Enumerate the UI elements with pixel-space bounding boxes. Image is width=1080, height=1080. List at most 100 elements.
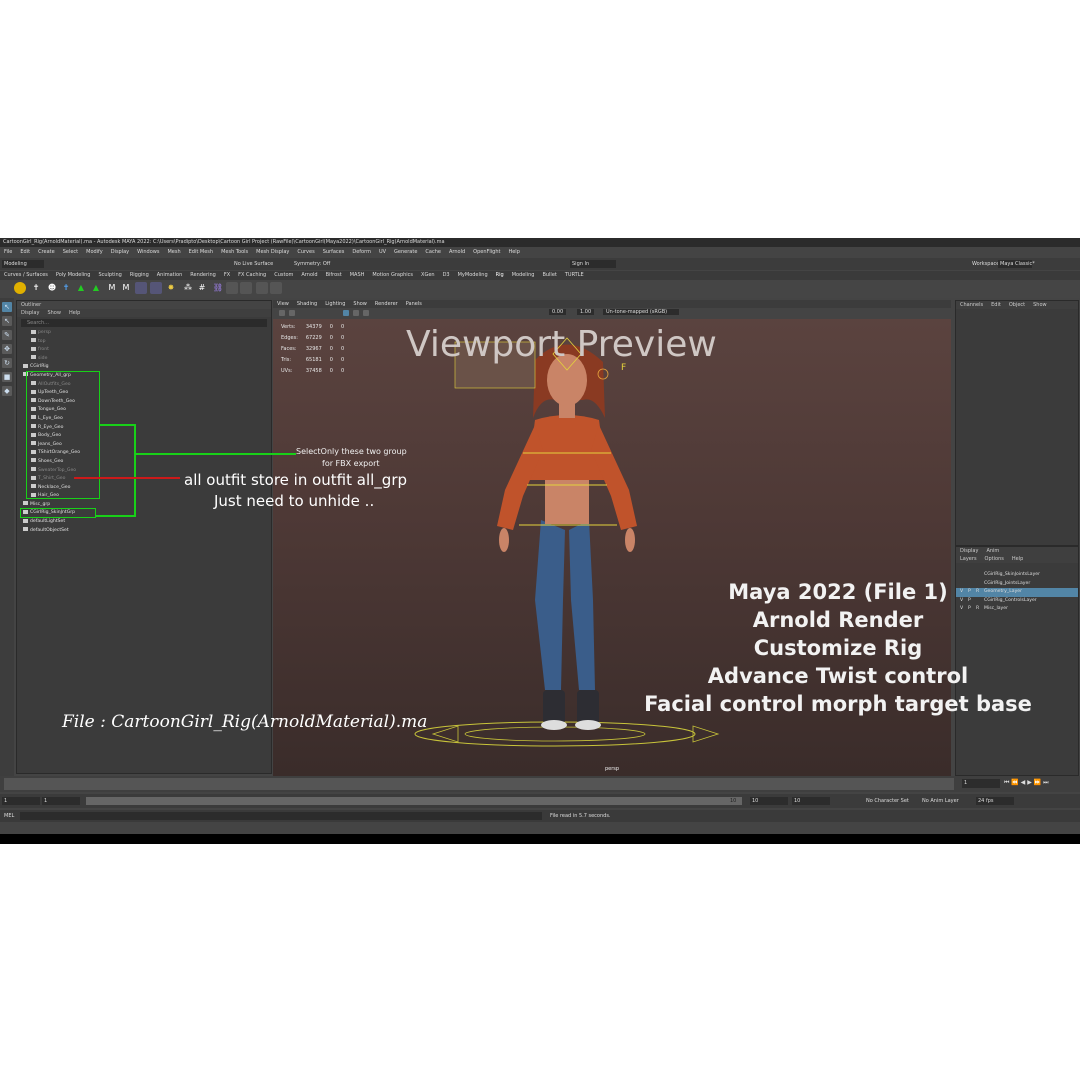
channel-box-menu-show[interactable]: Show	[1033, 302, 1047, 308]
menu-uv[interactable]: UV	[379, 247, 386, 258]
outliner-menu-display[interactable]: Display	[21, 310, 39, 316]
scale-tool-icon[interactable]: ■	[2, 372, 12, 382]
shelf-tab-curves-surfaces[interactable]: Curves / Surfaces	[4, 271, 48, 280]
shelf-tab-bifrost[interactable]: Bifrost	[326, 271, 342, 280]
arrow-up-icon[interactable]: ▲	[75, 282, 87, 294]
shelf-tab-modeling[interactable]: Modeling	[512, 271, 535, 280]
range-end-field[interactable]: 10	[750, 797, 788, 805]
layer-menu-help[interactable]: Help	[1012, 556, 1023, 562]
joint-icon[interactable]: ✝	[30, 282, 42, 294]
shelf-tab-turtle[interactable]: TURTLE	[565, 271, 584, 280]
shelf-tab-rigging[interactable]: Rigging	[130, 271, 149, 280]
outliner-search-input[interactable]: Search...	[21, 319, 267, 327]
menu-arnold[interactable]: Arnold	[449, 247, 465, 258]
menu-file[interactable]: File	[4, 247, 12, 258]
range-slider-bar[interactable]	[86, 797, 742, 805]
shelf-tab-rig[interactable]: Rig	[496, 271, 504, 280]
paint-icon[interactable]	[256, 282, 268, 294]
star-icon[interactable]: ✸	[165, 282, 177, 294]
menu-mesh[interactable]: Mesh	[167, 247, 180, 258]
constraint-icon-2[interactable]	[240, 282, 252, 294]
layer-menu-options[interactable]: Options	[985, 556, 1004, 562]
shelf-tab-poly-modeling[interactable]: Poly Modeling	[56, 271, 91, 280]
menu-display[interactable]: Display	[111, 247, 129, 258]
menu-openflight[interactable]: OpenFlight	[473, 247, 500, 258]
shelf-tab-animation[interactable]: Animation	[157, 271, 183, 280]
shelf-tab-bullet[interactable]: Bullet	[542, 271, 556, 280]
fps-select[interactable]: 24 fps	[976, 797, 1014, 805]
arrow-up-icon-2[interactable]: ▲	[90, 282, 102, 294]
sphere-icon[interactable]	[14, 282, 26, 294]
range-end-field-2[interactable]: 10	[792, 797, 830, 805]
layer-tab-anim[interactable]: Anim	[986, 548, 999, 554]
shelf-tab-mymodeling[interactable]: MyModeling	[458, 271, 488, 280]
channel-box-menu-channels[interactable]: Channels	[960, 302, 983, 308]
current-frame-field[interactable]: 1	[962, 779, 1000, 788]
menu-cache[interactable]: Cache	[425, 247, 441, 258]
layer-menu-layers[interactable]: Layers	[960, 556, 977, 562]
shelf-tab-sculpting[interactable]: Sculpting	[98, 271, 121, 280]
lasso-tool-icon[interactable]: ↖	[2, 316, 12, 326]
menu-select[interactable]: Select	[63, 247, 78, 258]
rotate-tool-icon[interactable]: ↻	[2, 358, 12, 368]
deformer-icon[interactable]	[135, 282, 147, 294]
menu-help[interactable]: Help	[508, 247, 519, 258]
range-start-field-2[interactable]: 1	[42, 797, 80, 805]
time-ruler[interactable]	[4, 778, 954, 790]
character-set-select[interactable]: No Character Set	[866, 797, 909, 805]
anim-layer-select[interactable]: No Anim Layer	[922, 797, 959, 805]
channel-box-menu-object[interactable]: Object	[1009, 302, 1025, 308]
paint-select-icon[interactable]: ✎	[2, 330, 12, 340]
outliner-item[interactable]: defaultObjectSet	[17, 527, 271, 536]
command-input[interactable]	[20, 812, 542, 820]
shelf-tab-motion-graphics[interactable]: Motion Graphics	[372, 271, 413, 280]
last-tool-icon[interactable]: ◆	[2, 386, 12, 396]
shelf-tab-arnold[interactable]: Arnold	[301, 271, 317, 280]
playback-controls[interactable]: ⏮ ⏪ ◀ ▶ ⏩ ⏭	[1004, 779, 1049, 787]
shelf-tab-mash[interactable]: MASH	[350, 271, 365, 280]
workspace-select[interactable]: Maya Classic*	[998, 260, 1035, 268]
shelf-tab-rendering[interactable]: Rendering	[190, 271, 216, 280]
no-live-surface[interactable]: No Live Surface	[234, 261, 273, 267]
sign-in-button[interactable]: Sign In	[570, 260, 616, 268]
move-tool-icon[interactable]: ✥	[2, 344, 12, 354]
shelf-tab-xgen[interactable]: XGen	[421, 271, 435, 280]
menu-windows[interactable]: Windows	[137, 247, 159, 258]
deformer-icon-2[interactable]	[150, 282, 162, 294]
mesh-icon[interactable]: M	[120, 282, 132, 294]
menu-modify[interactable]: Modify	[86, 247, 103, 258]
menu-mesh-tools[interactable]: Mesh Tools	[221, 247, 248, 258]
ik-handle-icon[interactable]: ✝	[60, 282, 72, 294]
skull-icon[interactable]: ☻	[46, 282, 58, 294]
symmetry-select[interactable]: Symmetry: Off	[294, 261, 330, 267]
shelf-tab-fx-caching[interactable]: FX Caching	[238, 271, 266, 280]
select-tool-icon[interactable]: ↖	[2, 302, 12, 312]
lattice-icon[interactable]: #	[196, 282, 208, 294]
outliner-item[interactable]: front	[17, 346, 271, 355]
skin-icon[interactable]	[226, 282, 238, 294]
outliner-item[interactable]: persp	[17, 329, 271, 338]
magnet-icon[interactable]: M	[106, 282, 118, 294]
range-start-field[interactable]: 1	[2, 797, 40, 805]
weight-icon[interactable]	[270, 282, 282, 294]
outliner-item[interactable]: top	[17, 338, 271, 347]
shelf-tab-d3[interactable]: D3	[443, 271, 450, 280]
outliner-menu-help[interactable]: Help	[69, 310, 80, 316]
mel-label[interactable]: MEL	[4, 810, 14, 822]
outliner-item[interactable]: side	[17, 355, 271, 364]
channel-box-menu-edit[interactable]: Edit	[991, 302, 1001, 308]
time-slider[interactable]: 1 ⏮ ⏪ ◀ ▶ ⏩ ⏭	[0, 776, 1080, 792]
menu-surfaces[interactable]: Surfaces	[323, 247, 345, 258]
menu-generate[interactable]: Generate	[394, 247, 417, 258]
outliner-item[interactable]: defaultLightSet	[17, 518, 271, 527]
shelf-tab-fx[interactable]: FX	[224, 271, 230, 280]
menu-mesh-display[interactable]: Mesh Display	[256, 247, 289, 258]
constraint-icon[interactable]: ⛓	[212, 282, 224, 294]
menu-edit-mesh[interactable]: Edit Mesh	[189, 247, 213, 258]
menu-curves[interactable]: Curves	[297, 247, 314, 258]
mode-select[interactable]: Modeling	[2, 260, 44, 268]
menu-edit[interactable]: Edit	[20, 247, 30, 258]
menu-deform[interactable]: Deform	[352, 247, 371, 258]
shelf-tab-custom[interactable]: Custom	[274, 271, 293, 280]
outliner-menu-show[interactable]: Show	[47, 310, 61, 316]
